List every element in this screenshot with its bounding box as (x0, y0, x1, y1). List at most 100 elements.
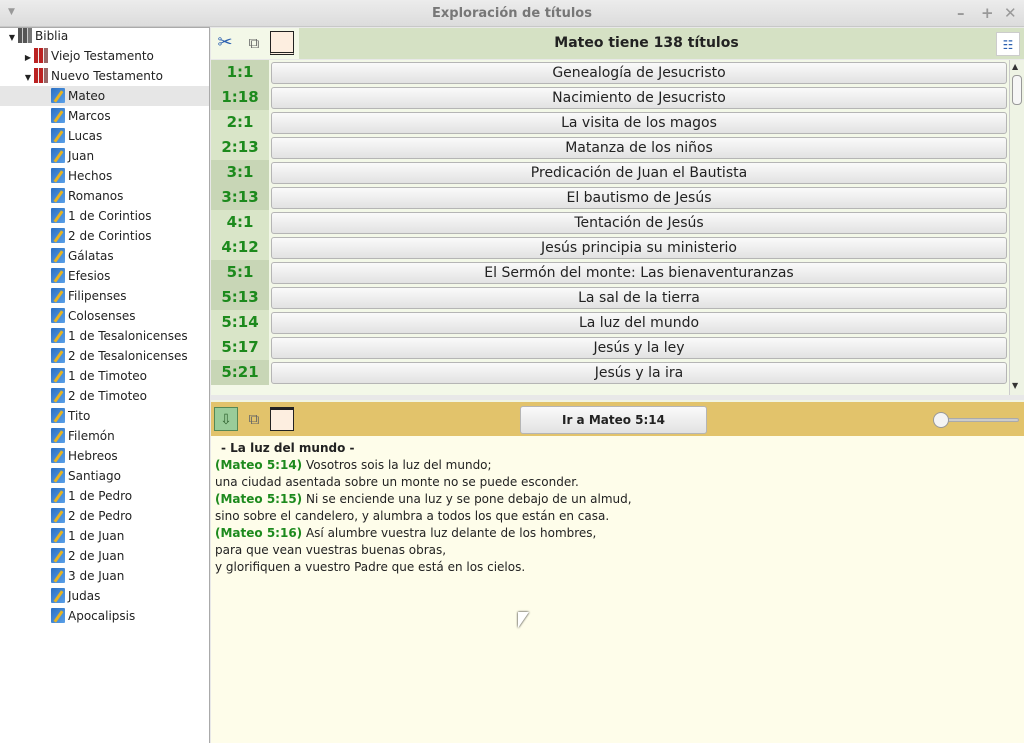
book-icon (51, 548, 65, 563)
book-icon (51, 388, 65, 403)
tree-item-book[interactable]: Judas (0, 586, 209, 606)
tools-icon[interactable]: ✂ (213, 31, 237, 55)
title-button[interactable]: La visita de los magos (271, 112, 1007, 134)
tree-item-book[interactable]: 1 de Juan (0, 526, 209, 546)
tree-item-book[interactable]: 3 de Juan (0, 566, 209, 586)
window-icon[interactable] (270, 407, 294, 431)
copy-icon[interactable]: ⧉ (242, 31, 266, 55)
book-icon (51, 288, 65, 303)
verse-ref[interactable]: 5:14 (211, 310, 269, 335)
tree-label: Colosenses (68, 309, 136, 323)
goto-verse-button[interactable]: Ir a Mateo 5:14 (520, 406, 707, 434)
tree-item-old-testament[interactable]: ▶ Viejo Testamento (22, 46, 231, 66)
title-button[interactable]: Jesús y la ira (271, 362, 1007, 384)
title-button[interactable]: La sal de la tierra (271, 287, 1007, 309)
tree-item-book[interactable]: Hechos (0, 166, 209, 186)
tree-item-book[interactable]: 2 de Tesalonicenses (0, 346, 209, 366)
scroll-down-icon[interactable]: ▼ (1012, 381, 1018, 390)
title-button[interactable]: Predicación de Juan el Bautista (271, 162, 1007, 184)
expand-arrow-icon[interactable]: ▼ (6, 28, 18, 48)
export-icon[interactable]: ⇩ (214, 407, 238, 431)
verse-ref[interactable]: 5:13 (211, 285, 269, 310)
book-icon (51, 128, 65, 143)
title-button[interactable]: Jesús y la ley (271, 337, 1007, 359)
title-button[interactable]: Jesús principia su ministerio (271, 237, 1007, 259)
title-row: 2:13 Matanza de los niños (211, 135, 1009, 160)
tree-item-book[interactable]: Marcos (0, 106, 209, 126)
verse-ref[interactable]: 5:21 (211, 360, 269, 385)
titles-scrollbar[interactable]: ▲ ▼ (1009, 60, 1024, 395)
tree-item-book[interactable]: Colosenses (0, 306, 209, 326)
tree-item-book[interactable]: Lucas (0, 126, 209, 146)
title-button[interactable]: Genealogía de Jesucristo (271, 62, 1007, 84)
verse-reference[interactable]: (Mateo 5:14) (215, 458, 302, 472)
verse-ref[interactable]: 2:13 (211, 135, 269, 160)
tree-item-book[interactable]: 2 de Juan (0, 546, 209, 566)
font-size-slider[interactable] (933, 412, 1021, 428)
expand-arrow-icon[interactable]: ▼ (22, 68, 34, 88)
book-icon (51, 468, 65, 483)
book-icon (51, 588, 65, 603)
tree-item-biblia[interactable]: ▼ Biblia (6, 26, 215, 46)
verse-ref[interactable]: 2:1 (211, 110, 269, 135)
title-row: 5:14 La luz del mundo (211, 310, 1009, 335)
book-icon (51, 348, 65, 363)
tree-item-book[interactable]: 2 de Timoteo (0, 386, 209, 406)
tree-label: Hechos (68, 169, 113, 183)
verse-text: Vosotros sois la luz del mundo; (302, 458, 492, 472)
tree-item-book[interactable]: Gálatas (0, 246, 209, 266)
title-button[interactable]: Nacimiento de Jesucristo (271, 87, 1007, 109)
verse-ref[interactable]: 4:12 (211, 235, 269, 260)
title-button[interactable]: El Sermón del monte: Las bienaventuranza… (271, 262, 1007, 284)
scroll-thumb[interactable] (1012, 75, 1022, 105)
title-button[interactable]: El bautismo de Jesús (271, 187, 1007, 209)
tree-item-book[interactable]: Santiago (0, 466, 209, 486)
collapsed-arrow-icon[interactable]: ▶ (22, 48, 34, 68)
verse-reference[interactable]: (Mateo 5:15) (215, 492, 302, 506)
title-button[interactable]: La luz del mundo (271, 312, 1007, 334)
scroll-up-icon[interactable]: ▲ (1012, 62, 1018, 71)
slider-track[interactable] (939, 418, 1019, 422)
tree-item-book[interactable]: Efesios (0, 266, 209, 286)
minimize-icon[interactable]: – (957, 4, 965, 22)
tree-item-book[interactable]: 2 de Corintios (0, 226, 209, 246)
tree-item-book[interactable]: Hebreos (0, 446, 209, 466)
verse-ref[interactable]: 5:17 (211, 335, 269, 360)
tree-label: Juan (68, 149, 95, 163)
tree-item-new-testament[interactable]: ▼ Nuevo Testamento (22, 66, 231, 86)
tree-item-book[interactable]: 1 de Pedro (0, 486, 209, 506)
tree-item-book[interactable]: 1 de Timoteo (0, 366, 209, 386)
slider-knob[interactable] (933, 412, 949, 428)
copy-icon[interactable]: ⧉ (242, 407, 266, 431)
tree-label: 2 de Timoteo (68, 389, 148, 403)
title-button[interactable]: Matanza de los niños (271, 137, 1007, 159)
book-tree: ▼ Biblia ▶ Viejo Testamento ▼ Nuevo Testame… (0, 27, 210, 743)
book-icon (51, 508, 65, 523)
tree-item-book[interactable]: 1 de Tesalonicenses (0, 326, 209, 346)
verse-ref[interactable]: 4:1 (211, 210, 269, 235)
tree-item-book[interactable]: 1 de Corintios (0, 206, 209, 226)
title-button[interactable]: Tentación de Jesús (271, 212, 1007, 234)
passage-line: (Mateo 5:16) Así alumbre vuestra luz del… (215, 525, 1024, 542)
list-view-icon[interactable]: ☷ (996, 32, 1020, 56)
tree-item-book[interactable]: Romanos (0, 186, 209, 206)
tree-item-book[interactable]: Mateo (0, 86, 209, 106)
verse-reference[interactable]: (Mateo 5:16) (215, 526, 302, 540)
tree-item-book[interactable]: Apocalipsis (0, 606, 209, 626)
window-icon[interactable] (270, 31, 294, 55)
verse-ref[interactable]: 5:1 (211, 260, 269, 285)
tree-item-book[interactable]: Tito (0, 406, 209, 426)
tree-item-book[interactable]: Filipenses (0, 286, 209, 306)
verse-ref[interactable]: 3:1 (211, 160, 269, 185)
tree-item-book[interactable]: Juan (0, 146, 209, 166)
verse-ref[interactable]: 3:13 (211, 185, 269, 210)
tree-label: 1 de Corintios (68, 209, 152, 223)
library-icon (18, 28, 32, 43)
verse-ref[interactable]: 1:1 (211, 60, 269, 85)
verse-ref[interactable]: 1:18 (211, 85, 269, 110)
titles-count-heading: Mateo tiene 138 títulos (554, 35, 739, 51)
tree-item-book[interactable]: Filemón (0, 426, 209, 446)
maximize-icon[interactable]: + (981, 4, 994, 22)
tree-item-book[interactable]: 2 de Pedro (0, 506, 209, 526)
close-icon[interactable]: ✕ (1004, 4, 1017, 22)
